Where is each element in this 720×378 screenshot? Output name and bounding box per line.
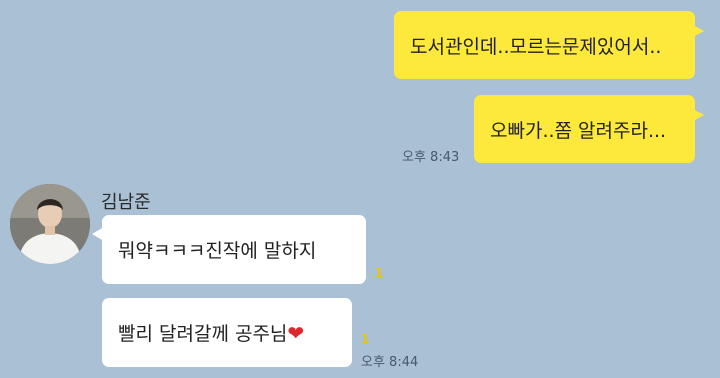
sent-message-bubble[interactable]: 도서관인데..모르는문제있어서.. <box>394 11 704 79</box>
message-text: 뭐약ㅋㅋㅋ진작에 말하지 <box>118 240 317 262</box>
message-text: 도서관인데..모르는문제있어서.. <box>410 35 662 58</box>
message-timestamp: 오후 8:43 <box>402 150 460 165</box>
message-text: 오빠가..쫌 알려주라... <box>490 119 667 142</box>
sent-message-bubble[interactable]: 오빠가..쫌 알려주라... <box>474 95 704 163</box>
contact-name: 김남준 <box>101 192 151 213</box>
message-timestamp: 오후 8:44 <box>361 355 419 370</box>
message-text: 빨리 달려갈께 공주님 <box>118 323 288 345</box>
contact-avatar[interactable] <box>10 184 90 264</box>
received-message-bubble[interactable]: 빨리 달려갈께 공주님 ❤ <box>102 298 352 367</box>
heart-emoji: ❤ <box>287 320 305 345</box>
unread-count: 1 <box>375 266 384 280</box>
chat-room: 도서관인데..모르는문제있어서.. 오빠가..쫌 알려주라... 오후 8:43… <box>0 0 720 378</box>
avatar-photo <box>10 184 90 264</box>
unread-count: 1 <box>361 332 370 346</box>
received-message-bubble[interactable]: 뭐약ㅋㅋㅋ진작에 말하지 <box>92 215 366 284</box>
